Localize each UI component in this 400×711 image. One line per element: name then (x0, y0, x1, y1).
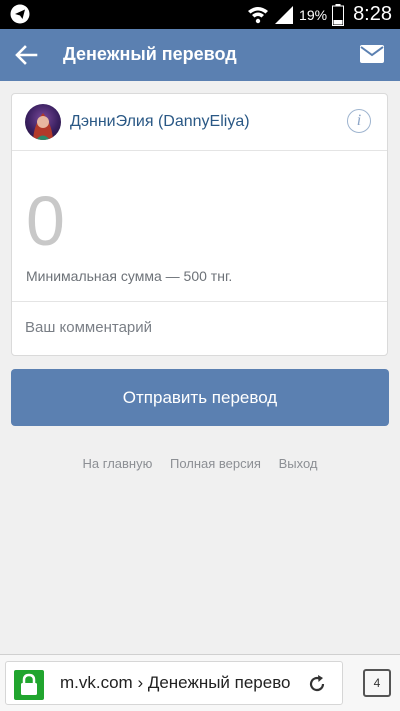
recipient-name[interactable]: ДэнниЭлия (DannyEliya) (70, 113, 250, 131)
comment-field[interactable] (25, 307, 365, 347)
amount-input[interactable]: 0 (26, 181, 65, 261)
recipient-row: ДэнниЭлия (DannyEliya) i (12, 94, 387, 151)
amount-area[interactable]: 0 Минимальная сумма — 500 тнг. (12, 151, 387, 302)
telegram-icon (10, 4, 30, 24)
envelope-icon[interactable] (360, 44, 384, 64)
transfer-card: ДэнниЭлия (DannyEliya) i 0 Минимальная с… (11, 93, 388, 356)
avatar-image (33, 113, 53, 140)
page-title: Денежный перевод (63, 44, 237, 64)
arrow-left-icon[interactable] (12, 41, 40, 69)
url-text[interactable]: m.vk.com › Денежный перевод (60, 673, 290, 693)
info-icon[interactable]: i (347, 109, 371, 133)
address-bar[interactable]: m.vk.com › Денежный перевод (5, 661, 343, 705)
browser-bar: m.vk.com › Денежный перевод 4 (0, 654, 400, 711)
footer-links: На главную Полная версия Выход (0, 456, 400, 471)
status-bar: 19% 8:28 (0, 0, 400, 29)
clock: 8:28 (353, 3, 392, 25)
signal-icon (275, 5, 294, 24)
footer-link-full-version[interactable]: Полная версия (170, 456, 261, 471)
lock-icon[interactable] (14, 670, 44, 700)
avatar[interactable] (25, 104, 61, 140)
wifi-icon (248, 6, 269, 23)
min-sum-hint: Минимальная сумма — 500 тнг. (26, 268, 233, 284)
footer-link-home[interactable]: На главную (83, 456, 153, 471)
reload-icon[interactable] (306, 673, 328, 695)
footer-link-logout[interactable]: Выход (279, 456, 318, 471)
battery-percent: 19% (299, 6, 328, 23)
tabs-count-button[interactable]: 4 (363, 669, 391, 697)
battery-icon (332, 3, 345, 26)
send-transfer-button[interactable]: Отправить перевод (11, 369, 389, 426)
app-header: Денежный перевод (0, 29, 400, 81)
